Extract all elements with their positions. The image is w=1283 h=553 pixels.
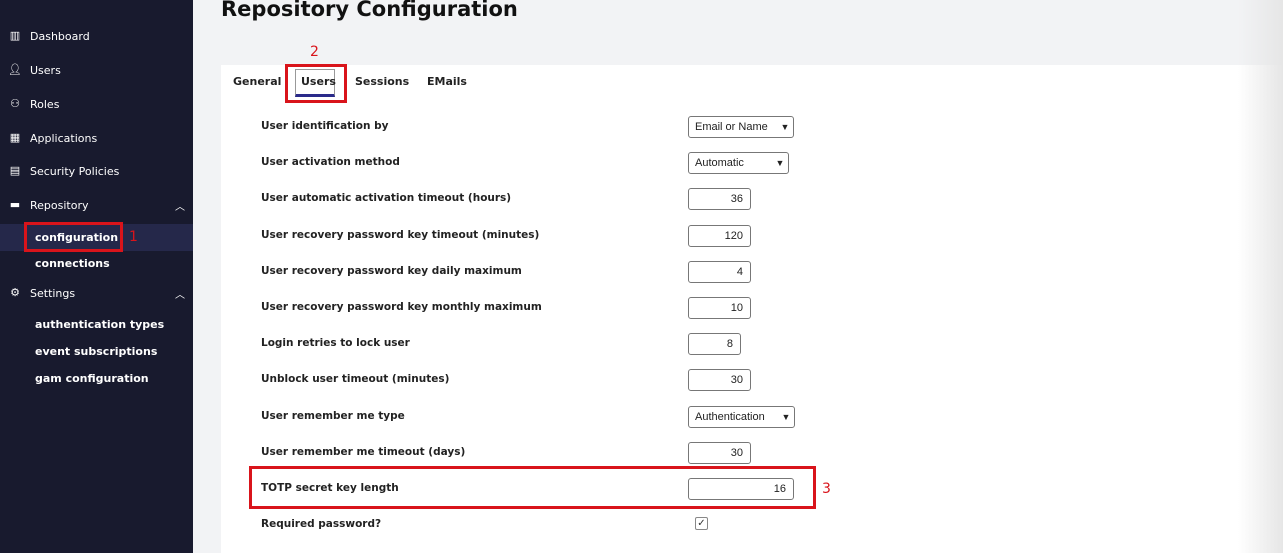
applications-icon: ▦: [9, 131, 21, 144]
annotation-3: 3: [822, 481, 831, 497]
user-remember-me-type-select[interactable]: Authentication ▼: [688, 405, 795, 428]
user-recovery-password-key-monthly-maximum-label: User recovery password key monthly maxim…: [261, 301, 542, 313]
bar-chart-icon: ▥: [9, 29, 21, 42]
selected-option: Automatic: [695, 157, 744, 170]
user-identification-by-select[interactable]: Email or Name ▼: [688, 116, 794, 138]
user-automatic-activation-timeout-hours-input[interactable]: [688, 188, 751, 211]
user-automatic-activation-timeout-hours-label: User automatic activation timeout (hours…: [261, 192, 512, 205]
selected-option: Authentication: [695, 410, 765, 423]
sidebar-item-security-policies[interactable]: ▤ Security Policies: [8, 164, 193, 178]
label: Repository: [30, 198, 89, 212]
chevron-down-icon: ▼: [775, 158, 785, 169]
sidebar-subitem-gam-configuration[interactable]: gam configuration: [35, 372, 149, 385]
label: Roles: [30, 97, 60, 111]
user-identification-by-label: User identification by: [261, 120, 389, 132]
gears-icon: ⚙: [10, 286, 20, 299]
user-remember-me-type-label: User remember me type: [261, 409, 405, 422]
chevron-down-icon: ▼: [781, 411, 791, 422]
sidebar-subitem-authentication-types[interactable]: authentication types: [35, 318, 164, 331]
user-recovery-password-key-daily-maximum-label: User recovery password key daily maximum: [261, 264, 522, 277]
annotation-box-3: [249, 466, 816, 509]
sidebar-item-users[interactable]: 👤︎ Users: [8, 63, 193, 77]
chevron-up-icon[interactable]: ︿: [175, 198, 185, 213]
label: Dashboard: [30, 29, 90, 43]
roles-icon: ⚇: [10, 97, 20, 110]
required-password-checkbox[interactable]: ✓: [695, 517, 708, 530]
edge-shadow: [1238, 0, 1283, 553]
user-recovery-password-key-timeout-minutes-label: User recovery password key timeout (minu…: [261, 228, 540, 241]
page-title: Repository Configuration: [221, 0, 518, 21]
selected-option: Email or Name: [695, 121, 768, 133]
annotation-2: 2: [310, 44, 319, 60]
user-activation-method-label: User activation method: [261, 156, 400, 169]
login-retries-to-lock-user-input[interactable]: [688, 333, 741, 356]
required-password-label: Required password?: [261, 518, 382, 531]
sidebar-subitem-event-subscriptions[interactable]: event subscriptions: [35, 345, 157, 358]
chevron-down-icon: ▼: [780, 122, 790, 132]
sidebar-item-applications[interactable]: ▦ Applications: [8, 131, 193, 145]
label: Security Policies: [30, 164, 120, 178]
user-remember-me-timeout-days-label: User remember me timeout (days): [261, 445, 466, 458]
tab-general[interactable]: General: [233, 75, 281, 88]
sidebar-subitem-connections[interactable]: connections: [35, 257, 110, 270]
label: Applications: [30, 131, 98, 145]
security-policy-icon: ▤: [9, 164, 21, 177]
user-recovery-password-key-timeout-minutes-input[interactable]: [688, 224, 751, 247]
label: Settings: [30, 286, 76, 300]
user-remember-me-timeout-days-input[interactable]: [688, 441, 751, 464]
folder-icon: ▬: [9, 198, 21, 211]
sidebar-item-repository[interactable]: ▬ Repository ︿: [8, 198, 193, 213]
sidebar-item-roles[interactable]: ⚇ Roles: [8, 97, 193, 111]
tab-emails[interactable]: EMails: [427, 75, 467, 88]
annotation-1: 1: [129, 229, 138, 245]
tab-sessions[interactable]: Sessions: [355, 75, 409, 88]
login-retries-to-lock-user-label: Login retries to lock user: [261, 337, 410, 350]
user-icon: 👤︎: [8, 63, 22, 76]
sidebar-item-dashboard[interactable]: ▥ Dashboard: [8, 29, 193, 43]
sidebar: ▥ Dashboard 👤︎ Users ⚇ Roles ▦ Applications …: [0, 0, 193, 553]
unblock-user-timeout-minutes-label: Unblock user timeout (minutes): [261, 373, 450, 386]
user-recovery-password-key-monthly-maximum-input[interactable]: [688, 297, 751, 319]
annotation-box-2: [285, 64, 347, 103]
unblock-user-timeout-minutes-input[interactable]: [688, 369, 751, 392]
label: Users: [30, 63, 61, 77]
sidebar-item-settings[interactable]: ⚙ Settings ︿: [8, 286, 193, 301]
user-recovery-password-key-daily-maximum-input[interactable]: [688, 260, 751, 283]
user-activation-method-select[interactable]: Automatic ▼: [688, 152, 789, 175]
chevron-up-icon[interactable]: ︿: [175, 286, 185, 301]
annotation-box-1: [24, 222, 123, 252]
